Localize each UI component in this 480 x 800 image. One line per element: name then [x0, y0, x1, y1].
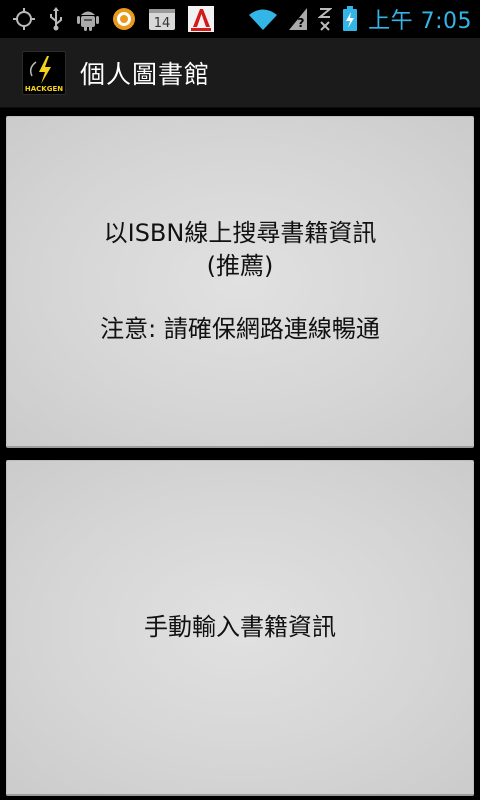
calendar-day: 14 — [154, 16, 171, 31]
isbn-search-label: 以ISBN線上搜尋書籍資訊 — [103, 219, 377, 247]
isbn-search-button[interactable]: 以ISBN線上搜尋書籍資訊 (推薦) 注意: 請確保網路連線暢通 — [6, 116, 474, 448]
app-notification-icon — [188, 6, 214, 32]
sync-ring-icon — [112, 7, 136, 31]
status-bar: 14 ? 上午 7:05 — [0, 0, 480, 38]
battery-charging-icon — [342, 6, 358, 32]
android-debug-icon — [76, 6, 100, 32]
signal-unknown-icon: ? — [288, 7, 308, 31]
gps-icon — [12, 7, 36, 31]
app-title: 個人圖書館 — [80, 59, 211, 89]
calendar-icon: 14 — [148, 7, 176, 31]
action-bar: HACKGEN 個人圖書館 — [0, 38, 480, 108]
svg-text:?: ? — [298, 16, 305, 30]
no-data-icon — [318, 7, 333, 31]
wifi-icon — [248, 7, 278, 31]
network-note: 注意: 請確保網路連線暢通 — [100, 315, 380, 343]
status-time: 上午 7:05 — [368, 9, 472, 34]
logo-text: HACKGEN — [25, 85, 63, 93]
usb-icon — [48, 7, 64, 31]
main-content: 以ISBN線上搜尋書籍資訊 (推薦) 注意: 請確保網路連線暢通 手動輸入書籍資… — [0, 108, 480, 800]
app-logo: HACKGEN — [22, 50, 66, 95]
hackgen-logo-icon: HACKGEN — [25, 55, 63, 93]
isbn-recommended-label: (推薦) — [206, 252, 274, 280]
manual-entry-button[interactable]: 手動輸入書籍資訊 — [6, 460, 474, 796]
manual-entry-label: 手動輸入書籍資訊 — [144, 613, 336, 641]
